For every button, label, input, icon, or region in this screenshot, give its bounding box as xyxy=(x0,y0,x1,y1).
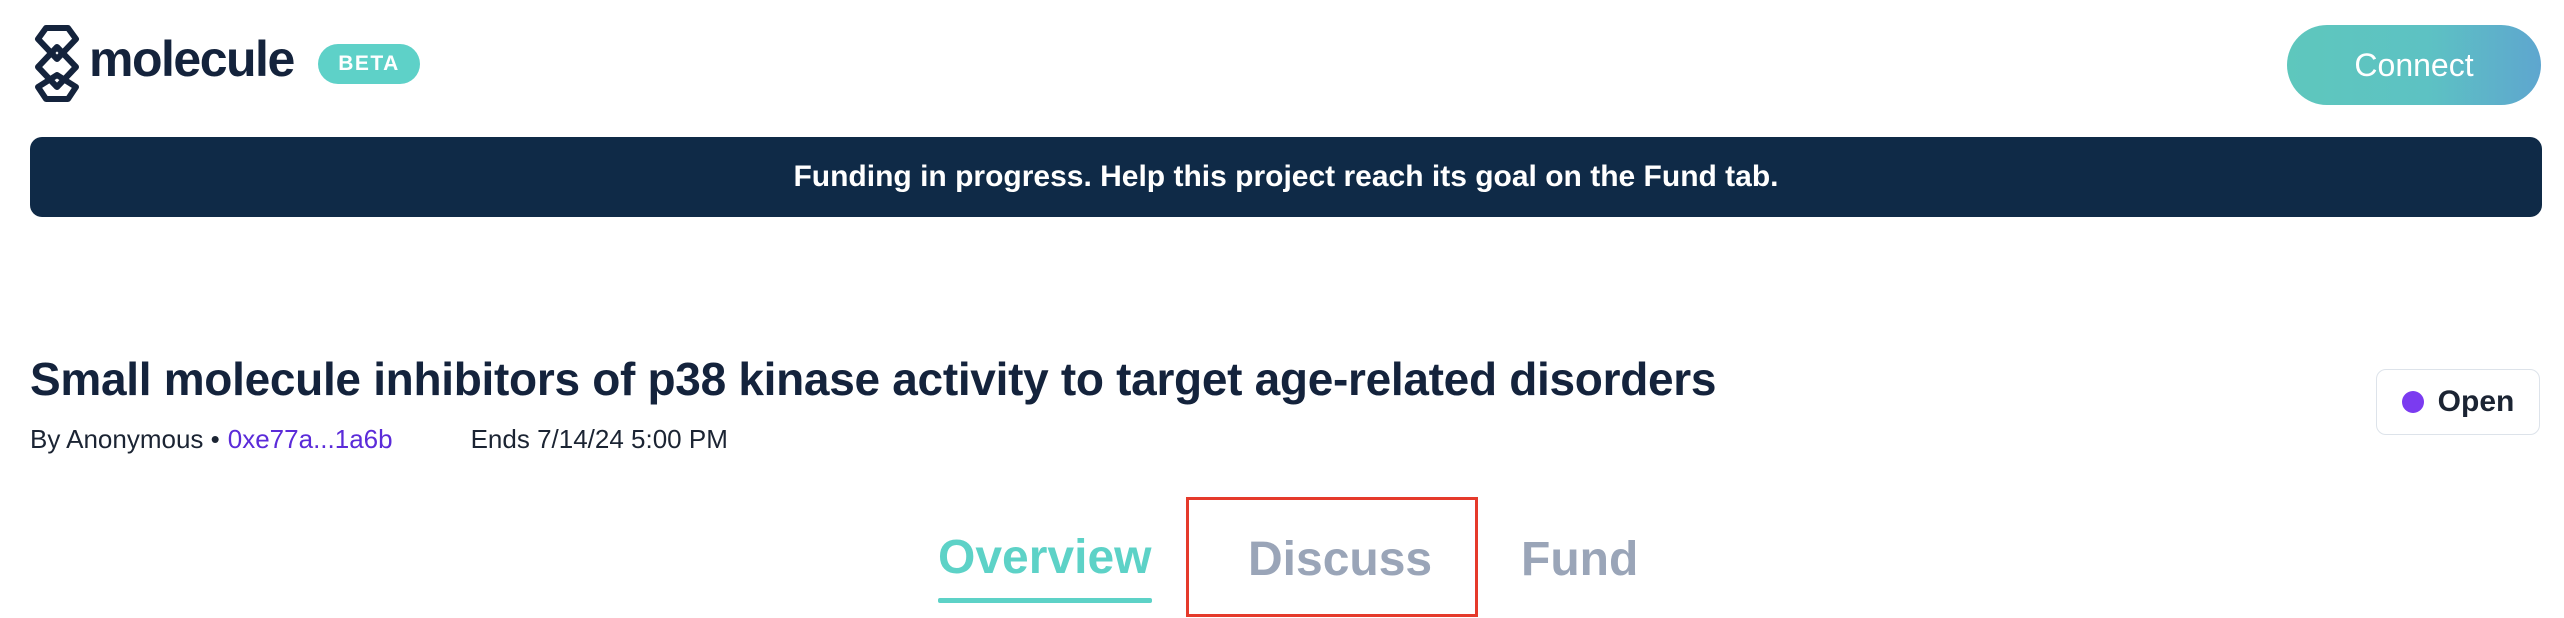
header: molecule BETA Connect xyxy=(0,0,2564,128)
discuss-highlight-box xyxy=(1186,497,1478,617)
project-title: Small molecule inhibitors of p38 kinase … xyxy=(30,353,1717,405)
status-label: Open xyxy=(2437,385,2515,418)
beta-badge: BETA xyxy=(318,44,420,84)
status-dot-icon xyxy=(2401,391,2424,413)
connect-button[interactable]: Connect xyxy=(2287,25,2541,105)
tab-overview[interactable]: Overview xyxy=(938,530,1151,585)
end-date: Ends 7/14/24 5:00 PM xyxy=(470,424,728,454)
brand-name: molecule xyxy=(89,31,295,87)
logo[interactable]: molecule xyxy=(30,22,295,104)
molecule-logo-icon xyxy=(35,25,79,102)
project-meta: By Anonymous • 0xe77a...1a6b Ends 7/14/24 … xyxy=(30,424,728,455)
tab-fund[interactable]: Fund xyxy=(1521,532,1638,587)
status-badge: Open xyxy=(2376,369,2540,435)
active-tab-underline xyxy=(938,598,1152,603)
author-label: By Anonymous • xyxy=(30,424,220,454)
wallet-address-link[interactable]: 0xe77a...1a6b xyxy=(228,424,393,454)
funding-banner: Funding in progress. Help this project r… xyxy=(30,137,2542,217)
